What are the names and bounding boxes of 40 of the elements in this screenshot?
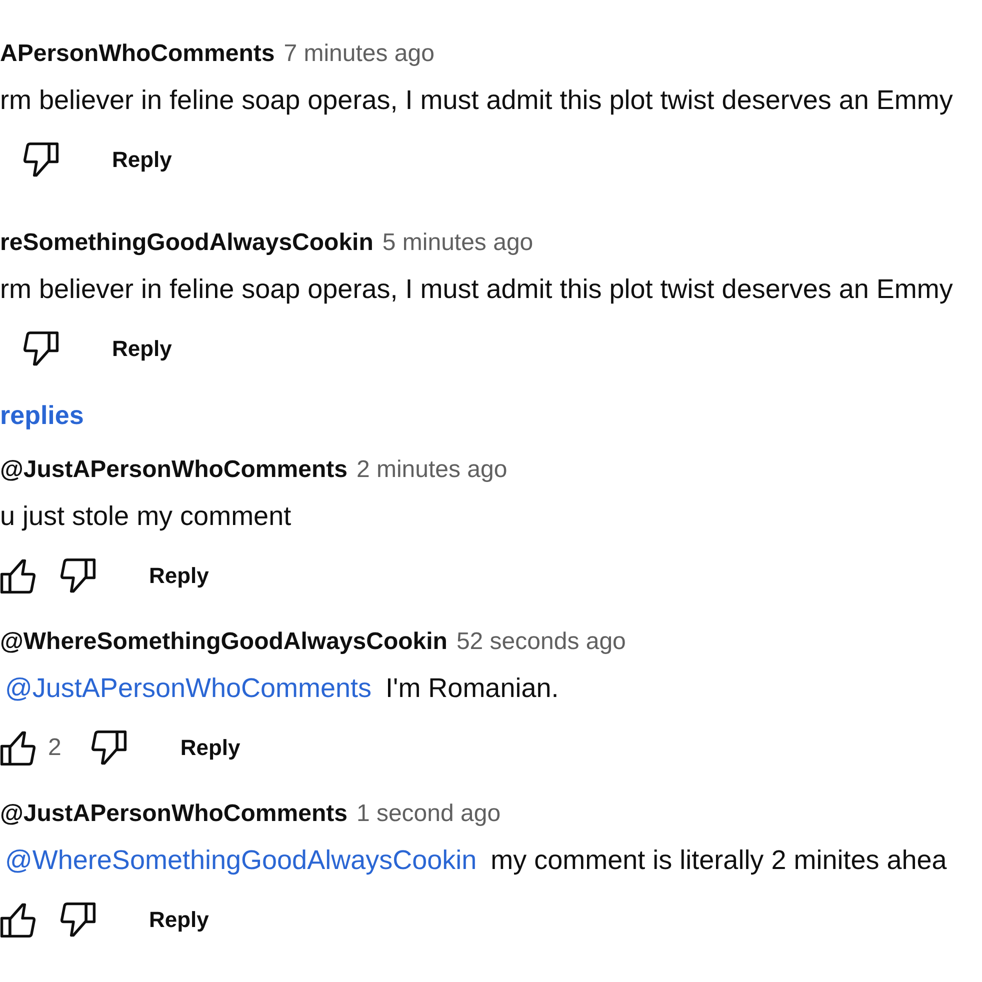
author-name[interactable]: @JustAPersonWhoComments <box>0 455 348 485</box>
reply-button[interactable]: Reply <box>112 334 172 364</box>
thumbs-down-icon <box>91 730 128 766</box>
comment-text: u just stole my comment <box>0 500 292 533</box>
dislike-button[interactable] <box>23 331 59 367</box>
timestamp: 52 seconds ago <box>456 627 626 657</box>
dislike-button[interactable] <box>23 142 59 178</box>
thumbs-down-icon <box>60 558 96 594</box>
reply-button[interactable]: Reply <box>112 145 172 175</box>
reply-button[interactable]: Reply <box>149 561 209 591</box>
dislike-button[interactable] <box>60 558 96 594</box>
author-name[interactable]: @WhereSomethingGoodAlwaysCookin <box>0 627 448 657</box>
like-button[interactable] <box>0 558 36 594</box>
like-button[interactable] <box>0 730 36 766</box>
thumbs-down-icon <box>23 142 59 178</box>
thumbs-up-icon <box>0 730 36 766</box>
author-name[interactable]: reSomethingGoodAlwaysCookin <box>0 228 374 258</box>
reply-button[interactable]: Reply <box>180 733 240 763</box>
dislike-button[interactable] <box>60 902 96 938</box>
thumbs-up-icon <box>0 558 36 594</box>
mention-link[interactable]: @WhereSomethingGoodAlwaysCookin <box>5 845 477 875</box>
timestamp: 7 minutes ago <box>284 39 434 69</box>
comment-text: @JustAPersonWhoComments I'm Romanian. <box>4 672 559 705</box>
comment-text: @WhereSomethingGoodAlwaysCookin my comment is literally 2 minites ahea <box>4 844 947 877</box>
replies-toggle[interactable]: replies <box>0 399 84 431</box>
dislike-button[interactable] <box>91 730 128 766</box>
timestamp: 5 minutes ago <box>382 228 534 258</box>
thumbs-down-icon <box>60 902 96 938</box>
thumbs-down-icon <box>23 331 59 367</box>
comment-text: rm believer in feline soap operas, I must admit this plot twist deserves an Emmy <box>0 84 953 117</box>
timestamp: 2 minutes ago <box>356 455 508 485</box>
comment-text: rm believer in feline soap operas, I must admit this plot twist deserves an Emmy <box>0 273 953 306</box>
author-name[interactable]: @JustAPersonWhoComments <box>0 799 348 829</box>
timestamp: 1 second ago <box>356 799 501 829</box>
thumbs-up-icon <box>0 902 36 938</box>
author-name[interactable]: APersonWhoComments <box>0 39 275 69</box>
like-button[interactable] <box>0 902 36 938</box>
reply-button[interactable]: Reply <box>149 905 209 935</box>
mention-link[interactable]: @JustAPersonWhoComments <box>5 673 372 703</box>
like-count: 2 <box>48 733 62 763</box>
